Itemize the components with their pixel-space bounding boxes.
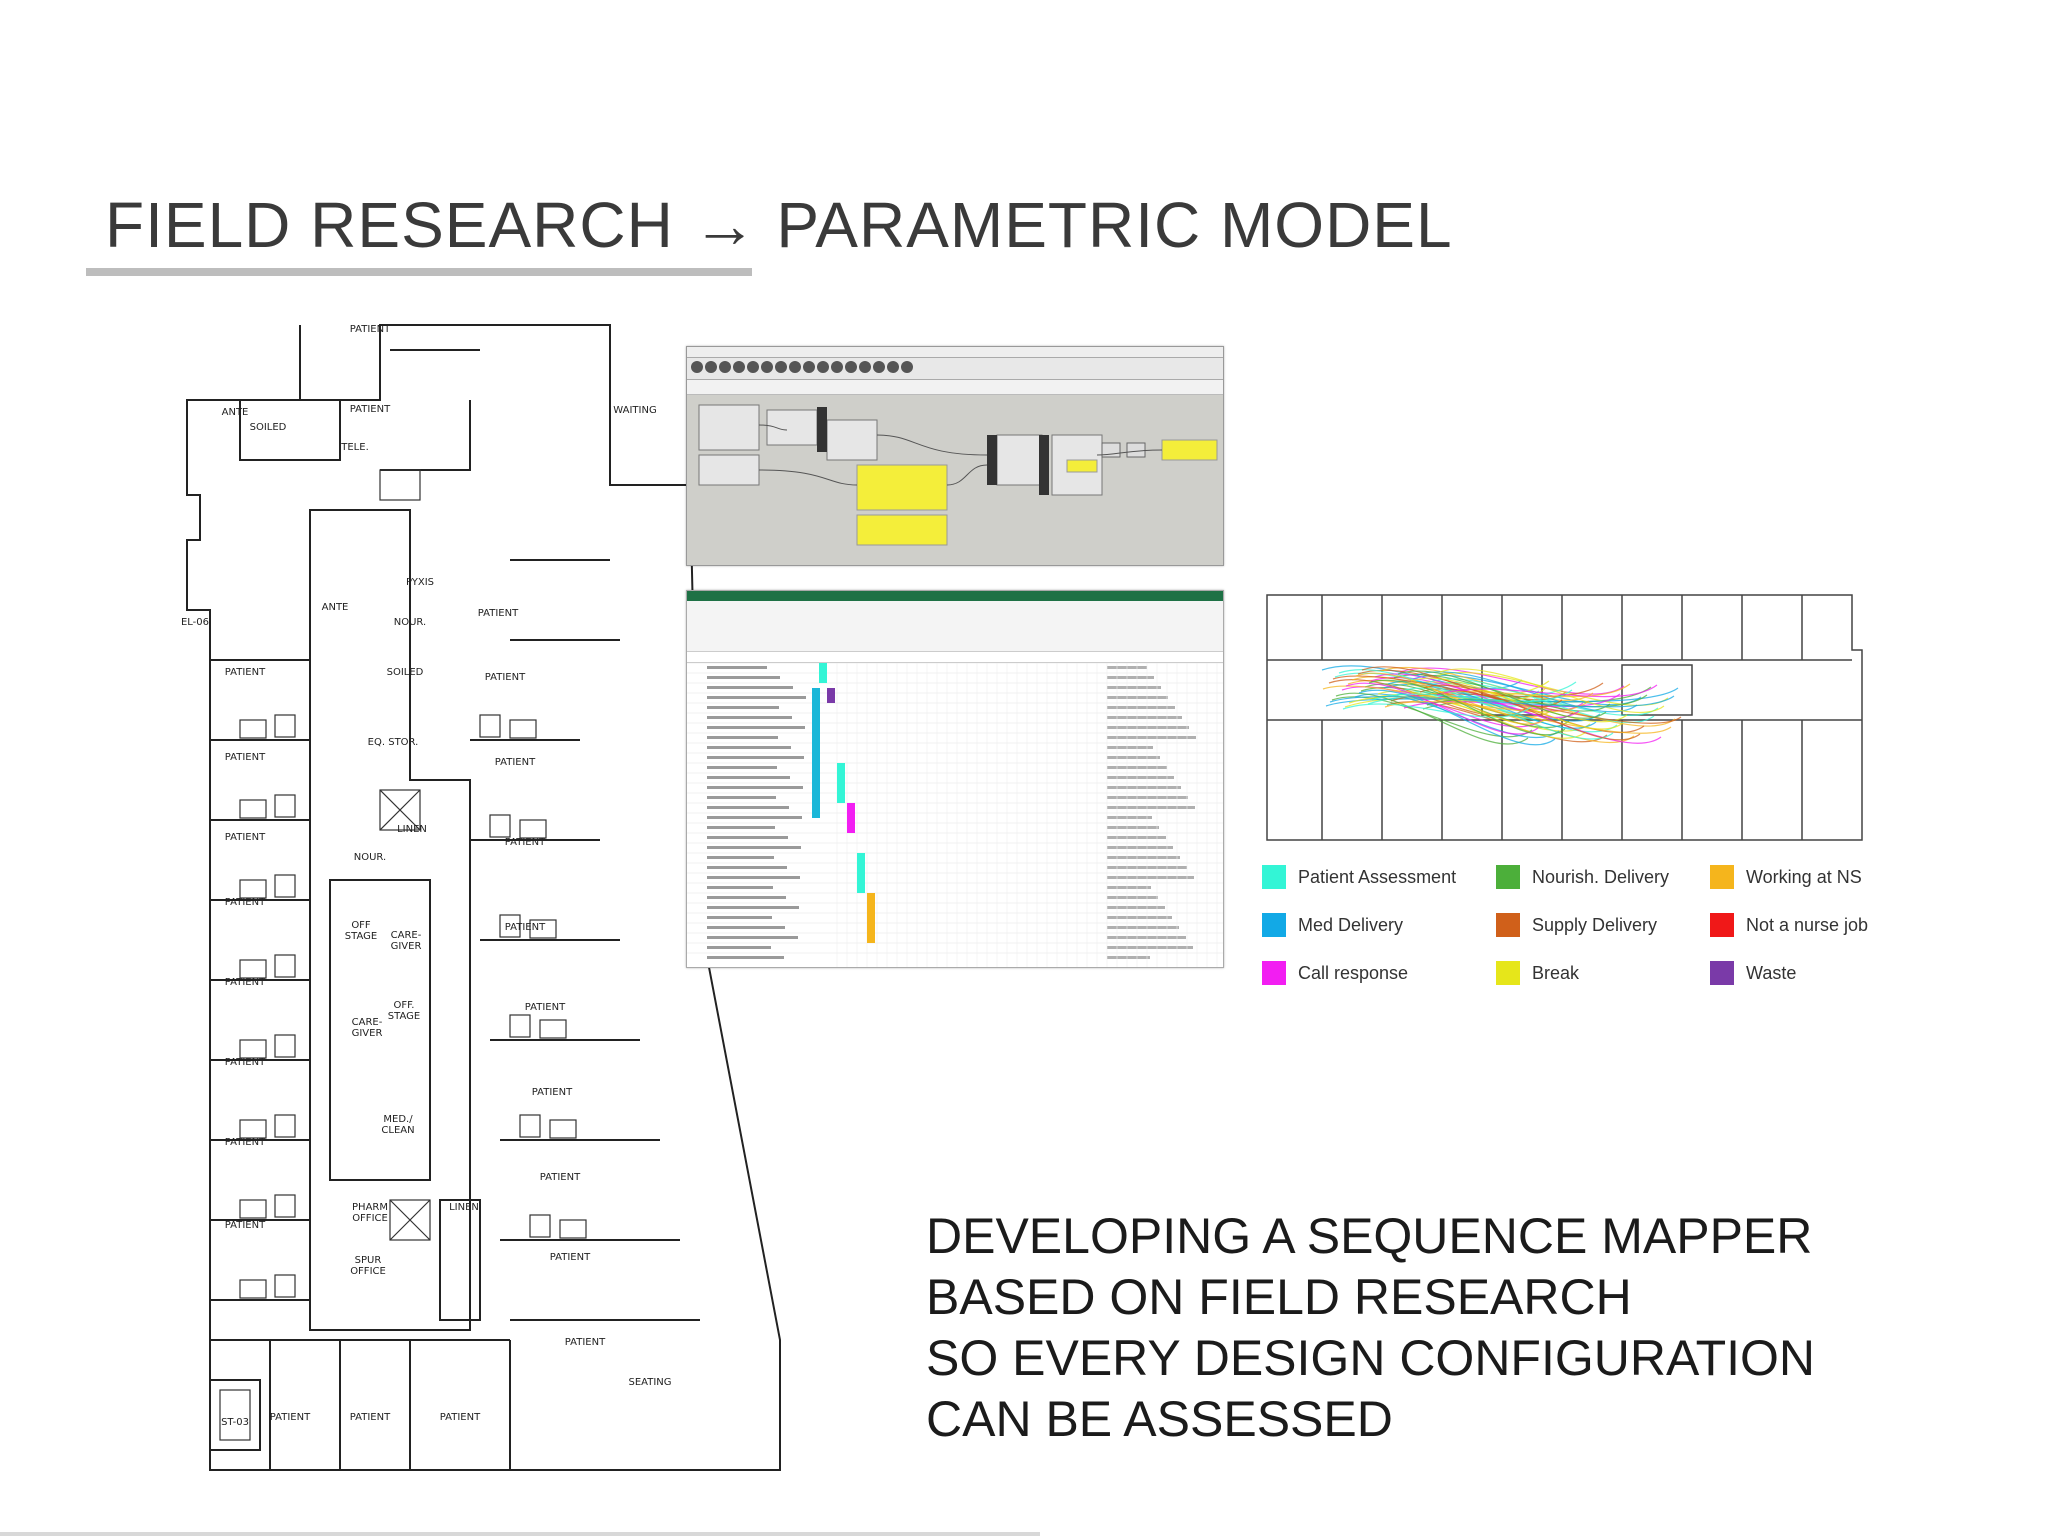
svg-text:PATIENT: PATIENT <box>550 1252 591 1263</box>
legend-swatch <box>1262 961 1286 985</box>
svg-text:CARE-: CARE- <box>391 930 422 941</box>
caption-line: DEVELOPING A SEQUENCE MAPPER <box>926 1208 1813 1264</box>
svg-text:PATIENT: PATIENT <box>565 1337 606 1348</box>
title-underline <box>86 268 752 276</box>
svg-text:PATIENT: PATIENT <box>225 752 266 763</box>
legend-item: Waste <box>1710 960 1796 986</box>
legend-swatch <box>1710 961 1734 985</box>
caption-line: CAN BE ASSESSED <box>926 1391 1393 1447</box>
sequence-spreadsheet-screenshot <box>686 590 1224 968</box>
legend-label: Med Delivery <box>1298 914 1404 935</box>
svg-text:OFF: OFF <box>351 920 371 931</box>
svg-text:PATIENT: PATIENT <box>440 1412 481 1423</box>
svg-text:LINEN: LINEN <box>449 1202 479 1213</box>
svg-text:PATIENT: PATIENT <box>225 1220 266 1231</box>
svg-text:NOUR.: NOUR. <box>394 617 426 628</box>
legend-label: Patient Assessment <box>1298 866 1457 887</box>
svg-text:PATIENT: PATIENT <box>505 922 546 933</box>
svg-text:PATIENT: PATIENT <box>225 977 266 988</box>
legend-item: Break <box>1496 960 1579 986</box>
svg-text:PATIENT: PATIENT <box>532 1087 573 1098</box>
legend-label: Not a nurse job <box>1746 914 1869 935</box>
activity-legend: Patient Assessment Nourish. Delivery Worki… <box>1262 864 1902 994</box>
legend-swatch <box>1262 913 1286 937</box>
svg-text:EQ. STOR.: EQ. STOR. <box>368 737 419 748</box>
svg-text:OFFICE: OFFICE <box>350 1266 386 1277</box>
legend-swatch <box>1710 865 1734 889</box>
svg-text:PATIENT: PATIENT <box>225 1057 266 1068</box>
parametric-node-editor-screenshot <box>686 346 1224 566</box>
legend-item: Nourish. Delivery <box>1496 864 1669 890</box>
legend-label: Break <box>1532 962 1580 983</box>
svg-text:PATIENT: PATIENT <box>505 837 546 848</box>
svg-text:ANTE: ANTE <box>222 407 249 418</box>
svg-text:CARE-: CARE- <box>352 1017 383 1028</box>
legend-item: Patient Assessment <box>1262 864 1456 890</box>
legend-label: Supply Delivery <box>1532 914 1658 935</box>
node-graph <box>698 404 1218 546</box>
nurse-path-map <box>1266 594 1863 841</box>
svg-text:WAITING: WAITING <box>613 405 656 416</box>
svg-text:TELE.: TELE. <box>340 442 369 453</box>
svg-text:SEATING: SEATING <box>628 1377 671 1388</box>
svg-text:LINEN: LINEN <box>397 824 427 835</box>
svg-text:PATIENT: PATIENT <box>525 1002 566 1013</box>
legend-item: Working at NS <box>1710 864 1862 890</box>
legend-label: Call response <box>1298 962 1409 983</box>
svg-text:PATIENT: PATIENT <box>225 1137 266 1148</box>
spreadsheet-grid <box>687 662 1223 967</box>
svg-text:EL-06: EL-06 <box>181 617 209 628</box>
bottom-rule <box>0 1532 1040 1536</box>
svg-text:PHARM: PHARM <box>352 1202 388 1213</box>
svg-text:PATIENT: PATIENT <box>270 1412 311 1423</box>
legend-item: Med Delivery <box>1262 912 1403 938</box>
svg-text:PATIENT: PATIENT <box>478 608 519 619</box>
legend-swatch <box>1710 913 1734 937</box>
legend-item: Not a nurse job <box>1710 912 1868 938</box>
svg-text:GIVER: GIVER <box>391 941 422 952</box>
svg-text:OFF.: OFF. <box>394 1000 415 1011</box>
legend-swatch <box>1496 961 1520 985</box>
svg-text:PATIENT: PATIENT <box>485 672 526 683</box>
svg-text:CLEAN: CLEAN <box>381 1125 414 1136</box>
legend-swatch <box>1496 913 1520 937</box>
svg-text:ST-03: ST-03 <box>221 1417 249 1428</box>
svg-text:SPUR: SPUR <box>355 1255 382 1266</box>
svg-text:STAGE: STAGE <box>388 1011 420 1022</box>
legend-label: Nourish. Delivery <box>1532 866 1670 887</box>
svg-text:PATIENT: PATIENT <box>225 667 266 678</box>
legend-label: Working at NS <box>1746 866 1862 887</box>
svg-text:PATIENT: PATIENT <box>350 1412 391 1423</box>
svg-text:ANTE: ANTE <box>322 602 349 613</box>
svg-text:NOUR.: NOUR. <box>354 852 386 863</box>
svg-text:OFFICE: OFFICE <box>352 1213 388 1224</box>
svg-text:PYXIS: PYXIS <box>406 577 434 588</box>
legend-swatch <box>1496 865 1520 889</box>
svg-text:PATIENT: PATIENT <box>540 1172 581 1183</box>
svg-text:PATIENT: PATIENT <box>225 897 266 908</box>
svg-text:STAGE: STAGE <box>345 931 377 942</box>
svg-text:MED./: MED./ <box>383 1114 413 1125</box>
svg-text:SOILED: SOILED <box>250 422 287 433</box>
legend-item: Supply Delivery <box>1496 912 1657 938</box>
svg-text:PATIENT: PATIENT <box>350 404 391 415</box>
caption-line: BASED ON FIELD RESEARCH <box>926 1269 1632 1325</box>
svg-text:PATIENT: PATIENT <box>495 757 536 768</box>
legend-item: Call response <box>1262 960 1408 986</box>
svg-text:PATIENT: PATIENT <box>350 324 391 335</box>
legend-swatch <box>1262 865 1286 889</box>
svg-text:PATIENT: PATIENT <box>225 832 266 843</box>
svg-text:GIVER: GIVER <box>352 1028 383 1039</box>
svg-text:SOILED: SOILED <box>387 667 424 678</box>
legend-label: Waste <box>1746 962 1797 983</box>
caption-text: DEVELOPING A SEQUENCE MAPPER BASED ON FI… <box>926 1206 1926 1450</box>
slide-title: FIELD RESEARCH → PARAMETRIC MODEL <box>105 189 1453 261</box>
caption-line: SO EVERY DESIGN CONFIGURATION <box>926 1330 1816 1386</box>
